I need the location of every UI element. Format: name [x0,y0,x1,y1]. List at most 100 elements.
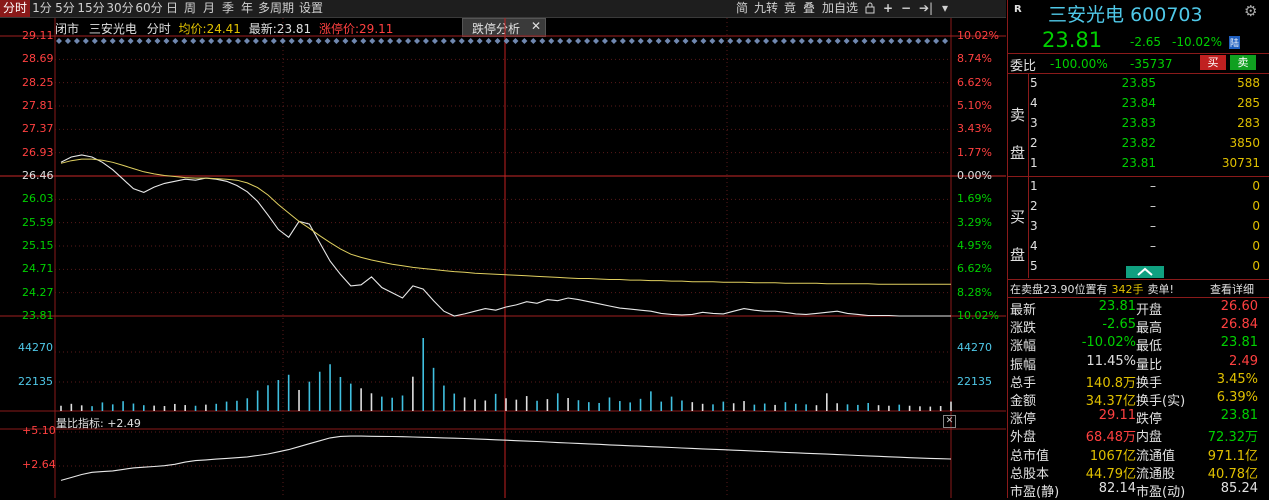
order-book-row[interactable]: 4 23.84 285 [1030,96,1269,114]
order-book-row[interactable]: 3 23.83 283 [1030,116,1269,134]
diamond-marker [217,38,224,44]
order-book-row[interactable]: 1 – 0 [1030,179,1269,197]
stat-value: 11.45% [1086,353,1136,369]
diamond-marker [172,38,179,44]
lock-icon[interactable] [862,0,878,17]
overlay-button[interactable]: 叠 [800,0,818,17]
period-tab[interactable]: 设置 [296,0,326,17]
nine-turn-button[interactable]: 九转 [752,0,780,17]
view-detail-link[interactable]: 查看详细 [1210,281,1254,297]
period-tab[interactable]: 年 [238,0,256,17]
period-tab[interactable]: 30分 [106,0,134,17]
pct-axis-tick: 0.00% [957,169,992,182]
order-price: 23.82 [1121,136,1156,150]
stat-value: 82.14 [1098,481,1136,496]
change-pct: -10.02% [1172,35,1223,49]
add-favorite-button[interactable]: 加自选 [819,0,861,17]
stat-value: 140.8万 [1085,375,1136,391]
pct-axis-tick: 3.29% [957,215,992,229]
indicator-line [60,435,952,481]
diamond-marker [879,38,886,44]
pct-axis-tick: 10.02% [957,29,999,42]
diamond-marker [270,38,277,44]
buy-button[interactable]: 买 [1200,55,1226,70]
stat-label: 换手 [1136,375,1163,391]
diamond-marker [798,38,805,44]
order-price: 23.83 [1121,116,1156,130]
plus-icon[interactable]: + [880,0,896,17]
diamond-marker [109,38,116,44]
simple-button[interactable]: 简 [733,0,751,17]
minus-icon[interactable]: − [898,0,914,17]
order-volume: 0 [1252,239,1260,253]
period-tab[interactable]: 季 [219,0,237,17]
stat-value: 44.79亿 [1085,466,1136,482]
sell-side-label: 卖盘 [1010,106,1026,162]
period-tab[interactable]: 5分 [54,0,76,17]
indicator-header: 量比指标: +2.49 [56,415,141,431]
diamond-marker [691,38,698,44]
level: 2 [1030,136,1038,150]
diamond-marker [405,38,412,44]
stat-value: 85.24 [1220,481,1258,496]
diamond-marker [655,38,662,44]
period-tab[interactable]: 月 [200,0,218,17]
expand-chevron-icon[interactable] [1126,266,1164,278]
diamond-marker [584,38,591,44]
diamond-marker [780,38,787,44]
sell-button[interactable]: 卖 [1230,55,1256,70]
order-book-row[interactable]: 1 23.81 30731 [1030,156,1269,174]
diamond-marker [56,38,62,44]
diamond-marker [181,38,188,44]
diamond-marker [243,38,250,44]
order-book-row[interactable]: 2 23.82 3850 [1030,136,1269,154]
jump-arrow-icon[interactable]: ➔| [916,0,936,17]
stat-label: 金额 [1010,394,1037,409]
diamond-marker [933,38,940,44]
stat-label: 涨跌 [1010,321,1037,337]
period-tab[interactable]: 分时 [0,0,30,17]
stock-title: 三安光电 600703 [1048,0,1203,27]
order-book-row[interactable]: 5 23.85 588 [1030,76,1269,94]
order-price: – [1150,199,1156,213]
pct-axis-tick: 1.77% [957,145,992,159]
diamond-marker [136,38,143,44]
level: 3 [1030,219,1038,233]
order-book-row[interactable]: 2 – 0 [1030,199,1269,217]
period-tab[interactable]: 1分 [31,0,53,17]
diamond-marker [852,38,859,44]
indicator-close-icon[interactable]: ✕ [943,415,956,428]
diamond-marker [467,38,474,44]
diamond-marker [709,38,716,44]
diamond-marker [64,38,71,44]
period-toolbar: 分时 1分 5分 15分 30分 60分日周月季年多周期 设置 简 九转 竟 叠 加自选 +… [0,0,1006,18]
stat-label: 流通值 [1136,448,1176,464]
level: 1 [1030,179,1038,193]
period-tab[interactable]: 15分 [77,0,105,17]
diamond-marker [458,38,465,44]
stat-label: 涨幅 [1010,339,1037,355]
stat-value: 3.45% [1216,371,1258,387]
dropdown-icon[interactable]: ▾ [938,0,952,17]
period-tab[interactable]: 60分 [135,0,163,17]
order-volume: 0 [1252,219,1260,233]
compete-button[interactable]: 竟 [781,0,799,17]
diamond-marker [252,38,259,44]
period-tab[interactable]: 日 [164,0,180,17]
order-price: – [1150,219,1156,233]
order-book-row[interactable]: 4 – 0 [1030,239,1269,257]
order-book-row[interactable]: 3 – 0 [1030,219,1269,237]
stat-label: 跌停 [1136,412,1163,428]
diamond-marker [566,38,573,44]
gear-icon[interactable]: ⚙ [1244,2,1257,20]
diamond-marker [637,38,644,44]
stat-value: -10.02% [1081,335,1136,351]
period-tab[interactable]: 周 [181,0,199,17]
diamond-marker [100,38,107,44]
stat-label: 总手 [1010,375,1037,391]
order-volume: 0 [1252,199,1260,213]
diamond-marker [431,38,438,44]
price-axis-tick: 28.25 [22,75,54,89]
volume-axis-tick: 44270 [957,341,992,354]
period-tab[interactable]: 多周期 [257,0,295,17]
